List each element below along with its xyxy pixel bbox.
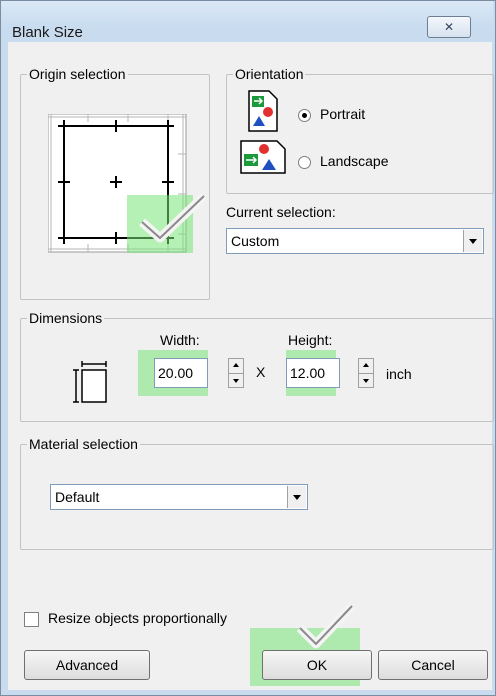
width-stepper[interactable] [228,358,244,388]
dimensions-legend: Dimensions [29,310,103,326]
material-dropdown[interactable]: Default [50,484,308,510]
checkmark-icon [296,602,356,649]
close-icon: ✕ [443,20,455,34]
advanced-button[interactable]: Advanced [24,650,150,680]
height-label: Height: [288,332,333,348]
times-symbol: X [256,364,266,380]
chevron-down-icon[interactable] [463,230,482,252]
chevron-down-icon[interactable] [287,486,306,508]
portrait-page-icon [248,90,278,132]
width-value: 20.00 [158,365,194,381]
height-decrement-icon[interactable] [359,373,373,388]
height-increment-icon[interactable] [359,359,373,373]
current-selection-value: Custom [231,233,280,249]
width-increment-icon[interactable] [229,359,243,373]
unit-label: inch [386,366,412,382]
resize-proportionally-checkbox[interactable] [24,612,39,627]
portrait-label[interactable]: Portrait [320,106,365,122]
dimensions-icon [73,361,107,403]
landscape-label[interactable]: Landscape [320,153,389,169]
material-value: Default [55,489,100,505]
portrait-radio[interactable] [298,109,311,122]
cancel-button[interactable]: Cancel [378,650,488,680]
landscape-radio[interactable] [298,156,311,169]
current-selection-label: Current selection: [226,204,336,220]
width-decrement-icon[interactable] [229,373,243,388]
close-button[interactable]: ✕ [427,16,471,38]
width-input[interactable]: 20.00 [154,358,208,388]
landscape-page-icon [240,140,286,174]
window-title: Blank Size [12,24,83,41]
checkmark-icon [139,192,208,243]
orientation-legend: Orientation [235,66,304,82]
width-label: Width: [160,332,200,348]
resize-proportionally-label[interactable]: Resize objects proportionally [48,610,227,626]
ok-button[interactable]: OK [262,650,372,680]
origin-selection-legend: Origin selection [29,66,126,82]
material-selection-legend: Material selection [29,436,138,452]
current-selection-dropdown[interactable]: Custom [226,228,484,254]
dialog-client: Origin selection Orientation Portrait La… [8,42,494,690]
height-stepper[interactable] [358,358,374,388]
height-value: 12.00 [290,365,326,381]
height-input[interactable]: 12.00 [286,358,340,388]
